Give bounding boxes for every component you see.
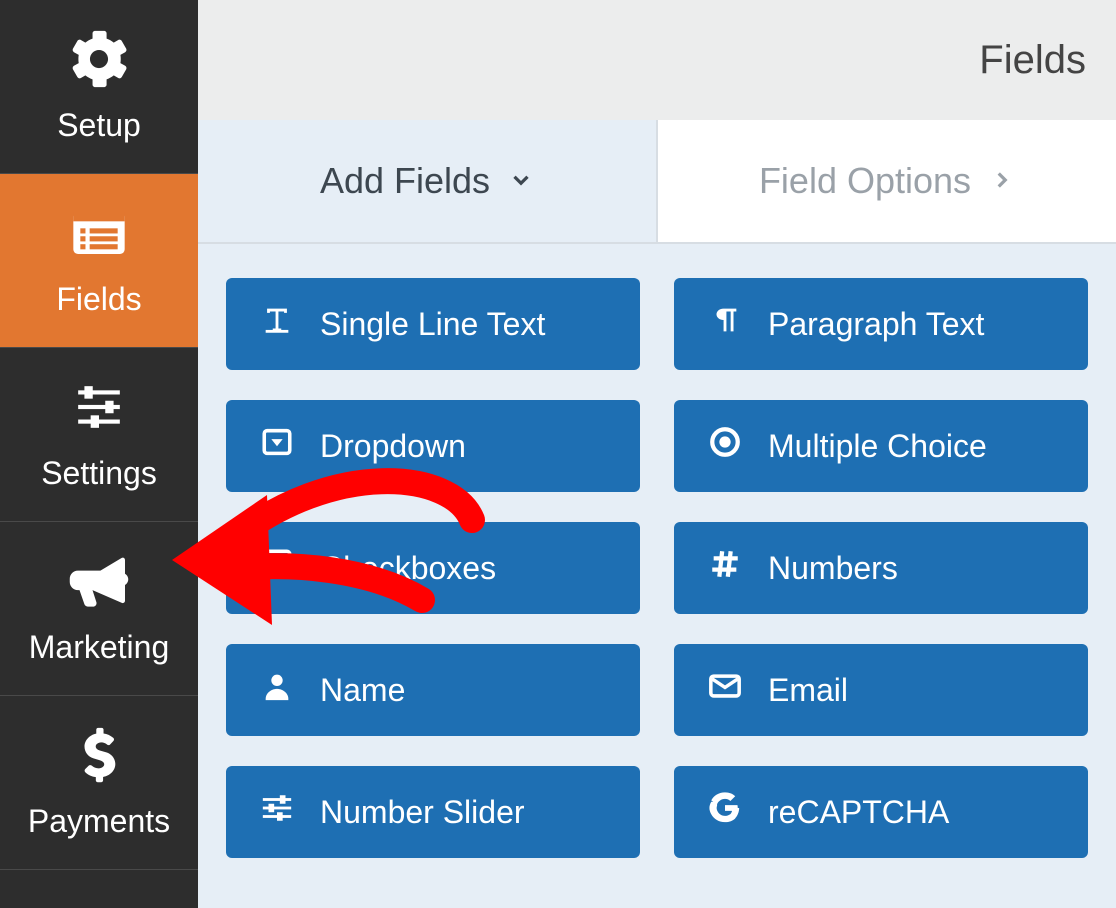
sidebar-item-settings[interactable]: Settings [0,348,198,522]
sidebar-item-label: Payments [28,803,170,840]
sidebar-item-fields[interactable]: Fields [0,174,198,348]
fields-panel: Single Line Text Paragraph Text Dropdown… [198,244,1116,908]
field-numbers[interactable]: Numbers [674,522,1088,614]
tab-label: Add Fields [320,160,490,202]
dollar-icon [64,725,134,785]
field-single-line-text[interactable]: Single Line Text [226,278,640,370]
field-label: Checkboxes [320,550,496,587]
page-title: Fields [979,38,1086,83]
list-icon [64,203,134,263]
bullhorn-icon [64,551,134,611]
field-number-slider[interactable]: Number Slider [226,766,640,858]
tabs: Add Fields Field Options [198,120,1116,244]
radio-icon [708,425,742,467]
field-label: Dropdown [320,428,466,465]
field-paragraph-text[interactable]: Paragraph Text [674,278,1088,370]
field-label: reCAPTCHA [768,794,949,831]
sidebar-item-label: Fields [56,281,141,318]
sliders-icon [64,377,134,437]
checkbox-icon [260,547,294,589]
field-multiple-choice[interactable]: Multiple Choice [674,400,1088,492]
field-recaptcha[interactable]: reCAPTCHA [674,766,1088,858]
text-icon [260,303,294,345]
google-icon [708,791,742,833]
field-label: Multiple Choice [768,428,987,465]
sidebar-item-setup[interactable]: Setup [0,0,198,174]
fields-grid: Single Line Text Paragraph Text Dropdown… [226,278,1088,858]
sidebar-item-marketing[interactable]: Marketing [0,522,198,696]
field-dropdown[interactable]: Dropdown [226,400,640,492]
gear-icon [64,29,134,89]
tab-add-fields[interactable]: Add Fields [198,120,656,242]
field-name[interactable]: Name [226,644,640,736]
tab-label: Field Options [759,160,971,202]
sidebar: Setup Fields Settings Marketing Payments [0,0,198,908]
sidebar-item-payments[interactable]: Payments [0,696,198,870]
field-label: Paragraph Text [768,306,984,343]
hash-icon [708,547,742,589]
field-label: Name [320,672,405,709]
tab-field-options[interactable]: Field Options [656,120,1116,242]
user-icon [260,669,294,711]
field-label: Number Slider [320,794,525,831]
field-label: Email [768,672,848,709]
sidebar-item-label: Settings [41,455,157,492]
dropdown-icon [260,425,294,467]
sidebar-item-label: Marketing [29,629,170,666]
main-content: Fields Add Fields Field Options Single L… [198,0,1116,908]
sliders-h-icon [260,791,294,833]
field-label: Numbers [768,550,898,587]
sidebar-item-label: Setup [57,107,141,144]
pilcrow-icon [708,303,742,345]
header-bar: Fields [198,0,1116,120]
chevron-down-icon [508,160,534,202]
field-checkboxes[interactable]: Checkboxes [226,522,640,614]
field-email[interactable]: Email [674,644,1088,736]
field-label: Single Line Text [320,306,545,343]
envelope-icon [708,669,742,711]
chevron-right-icon [989,160,1015,202]
